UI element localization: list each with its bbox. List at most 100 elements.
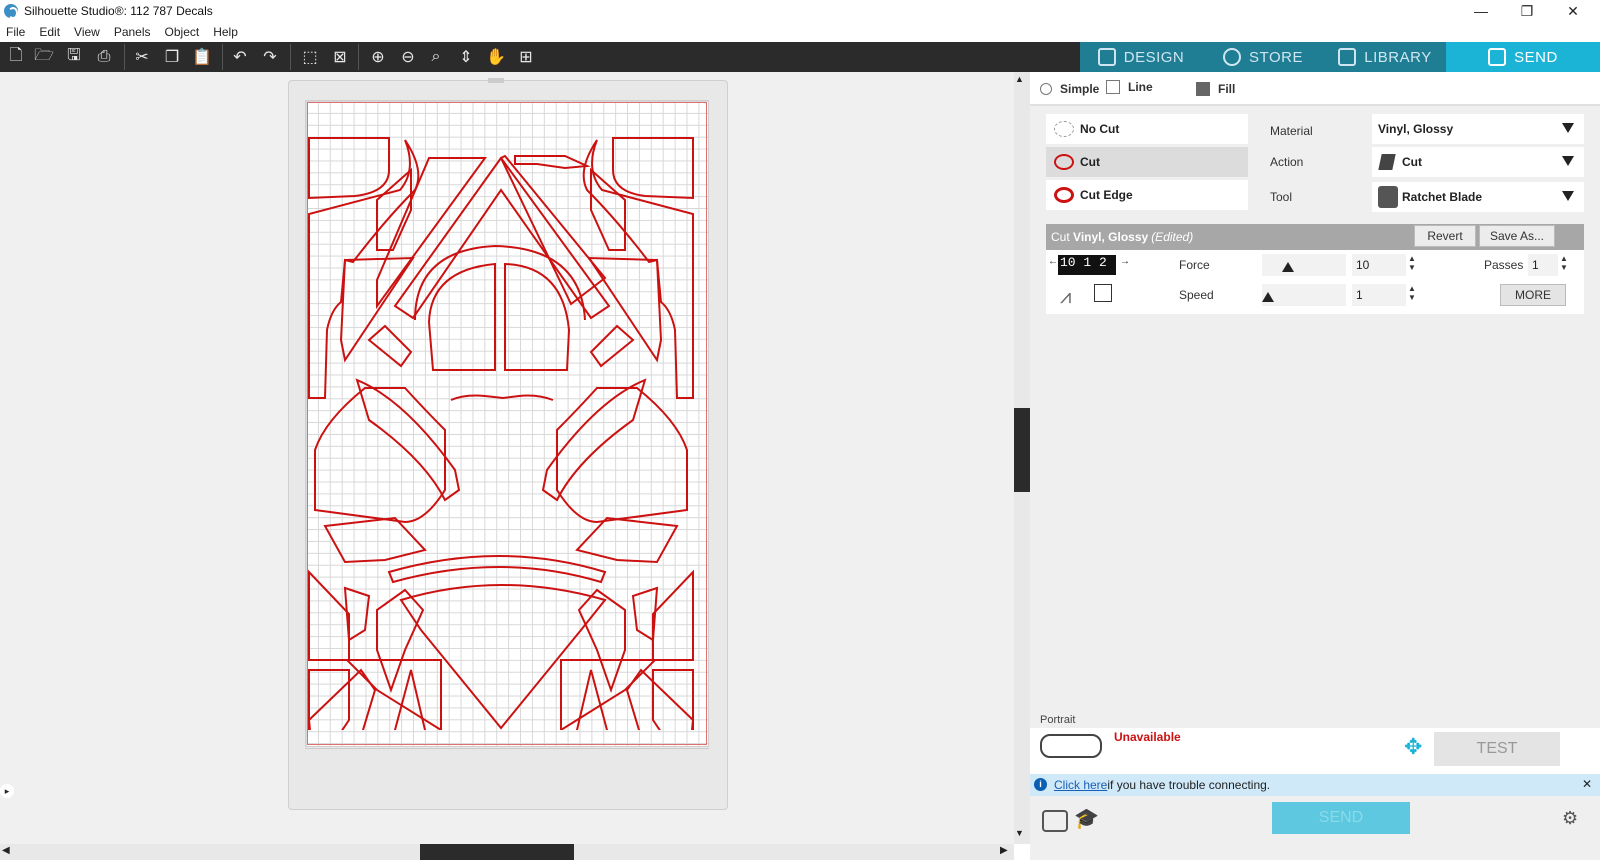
zoom-out-icon[interactable]: ⊖ [396, 46, 420, 68]
save-as-button[interactable]: Save As... [1479, 225, 1555, 247]
help-text: if you have trouble connecting. [1107, 778, 1271, 792]
scroll-up-icon[interactable]: ▲ [1015, 74, 1024, 84]
toolbar: 🗋 🗁 🖫 ⎙ ✂ ❐ 📋 ↶ ↷ ⬚ ⊠ ⊕ ⊖ ⌕ ⇕ ✋ ⊞ DESIGN… [0, 42, 1600, 72]
connection-status: Unavailable [1114, 730, 1181, 744]
arrow-left-icon[interactable]: ← [1048, 256, 1058, 267]
chevron-down-icon [1562, 156, 1574, 166]
ratchet-blade-icon [1378, 186, 1398, 208]
scroll-down-icon[interactable]: ▼ [1015, 828, 1024, 838]
move-arrows-icon[interactable]: ✥ [1404, 734, 1422, 760]
checkbox[interactable] [1094, 284, 1112, 302]
restore-button[interactable]: ❐ [1504, 0, 1550, 22]
force-slider[interactable] [1262, 254, 1346, 276]
speed-label: Speed [1179, 288, 1214, 302]
force-input[interactable]: 10 [1352, 254, 1406, 276]
zoom-in-icon[interactable]: ⊕ [366, 46, 390, 68]
passes-spinner[interactable]: ▲ ▼ [1560, 254, 1568, 272]
close-banner-icon[interactable]: ✕ [1582, 777, 1592, 791]
printer-queue-icon[interactable] [1042, 810, 1068, 832]
horizontal-scrollbar[interactable]: ◀ ▶ [0, 844, 1014, 860]
tool-dropdown[interactable]: Ratchet Blade [1372, 182, 1584, 212]
force-spinner[interactable]: ▲ ▼ [1408, 254, 1416, 272]
send-button[interactable]: SEND [1272, 802, 1410, 834]
tab-library[interactable]: LIBRARY [1324, 42, 1446, 72]
expand-left-panel-icon[interactable]: ▸ [0, 784, 14, 798]
line-mode-icon [1106, 80, 1120, 94]
no-cut-icon [1054, 121, 1074, 137]
cut-edge-button[interactable]: Cut Edge [1046, 180, 1248, 210]
vertical-scroll-thumb[interactable] [1014, 408, 1030, 492]
cut-edge-icon [1054, 187, 1074, 203]
save-icon[interactable]: 🖫 [62, 46, 86, 68]
scroll-left-icon[interactable]: ◀ [2, 845, 10, 856]
undo-icon[interactable]: ↶ [228, 46, 252, 68]
device-status-row: Unavailable ✥ TEST [1030, 728, 1600, 774]
no-cut-button[interactable]: No Cut [1046, 114, 1248, 144]
horizontal-scroll-thumb[interactable] [420, 844, 574, 860]
material-dropdown[interactable]: Vinyl, Glossy [1372, 114, 1584, 144]
tab-design[interactable]: DESIGN [1080, 42, 1202, 72]
help-link[interactable]: Click here [1054, 778, 1107, 792]
hand-icon[interactable]: ✋ [484, 46, 508, 68]
send-panel: Simple Line Fill No Cut Cut Cut Edge Mat… [1030, 72, 1600, 860]
info-icon: i [1034, 778, 1047, 791]
blade-icon [1378, 154, 1396, 170]
action-label: Action [1270, 155, 1304, 169]
minimize-button[interactable]: — [1458, 0, 1504, 22]
pan-down-icon[interactable]: ⇕ [454, 46, 478, 68]
store-icon [1223, 48, 1242, 66]
menu-view[interactable]: View [74, 25, 100, 39]
cut-button[interactable]: Cut [1046, 147, 1248, 177]
copy-icon[interactable]: ❐ [160, 46, 184, 68]
menu-panels[interactable]: Panels [114, 25, 151, 39]
new-icon[interactable]: 🗋 [4, 46, 28, 68]
menu-file[interactable]: File [6, 25, 25, 39]
decal-cut-lines[interactable] [305, 130, 709, 730]
test-button[interactable]: TEST [1434, 732, 1560, 766]
passes-label: Passes [1484, 258, 1524, 272]
revert-button[interactable]: Revert [1414, 225, 1476, 247]
force-label: Force [1179, 258, 1210, 272]
menu-help[interactable]: Help [213, 25, 238, 39]
title-bar: Silhouette Studio®: 112 787 Decals — ❐ ✕ [0, 0, 1600, 22]
deselect-icon[interactable]: ⊠ [328, 46, 352, 68]
cut-icon [1054, 154, 1074, 170]
gear-icon[interactable]: ⚙ [1562, 808, 1578, 829]
tab-store[interactable]: STORE [1202, 42, 1324, 72]
pen-icon: ⩘ [1060, 286, 1072, 308]
zoom-fit-icon[interactable]: ⌕ [424, 46, 448, 68]
mode-fill[interactable]: Fill [1196, 78, 1235, 100]
design-canvas[interactable]: ▸ [0, 72, 1014, 844]
cut-icon[interactable]: ✂ [130, 46, 154, 68]
vertical-scrollbar[interactable]: ▲ ▼ [1014, 72, 1030, 844]
speed-slider[interactable] [1262, 284, 1346, 306]
material-label: Material [1270, 124, 1313, 138]
redo-icon[interactable]: ↷ [258, 46, 282, 68]
cut-settings: ← 10 1 2 → ⩘ Force 10 ▲ ▼ Speed 1 ▲ ▼ Pass… [1046, 250, 1584, 314]
speed-input[interactable]: 1 [1352, 284, 1406, 306]
menu-edit[interactable]: Edit [39, 25, 60, 39]
close-window-button[interactable]: ✕ [1550, 0, 1596, 22]
action-dropdown[interactable]: Cut [1372, 147, 1584, 177]
send-icon [1488, 48, 1507, 66]
speed-spinner[interactable]: ▲ ▼ [1408, 284, 1416, 302]
mode-simple[interactable]: Simple [1040, 78, 1099, 100]
more-button[interactable]: MORE [1500, 284, 1566, 306]
tutorial-icon[interactable]: 🎓 [1074, 806, 1099, 831]
select-all-icon[interactable]: ⬚ [298, 46, 322, 68]
chevron-down-icon [1562, 123, 1574, 133]
print-icon[interactable]: ⎙ [92, 46, 116, 68]
menu-object[interactable]: Object [165, 25, 200, 39]
paste-icon[interactable]: 📋 [190, 46, 214, 68]
mat-ruler [305, 748, 709, 764]
open-icon[interactable]: 🗁 [32, 46, 56, 68]
scroll-right-icon[interactable]: ▶ [1000, 845, 1008, 856]
passes-input[interactable]: 1 [1528, 254, 1558, 276]
tab-send[interactable]: SEND [1446, 42, 1600, 72]
mat-handle [488, 78, 504, 83]
cutter-device-icon [1040, 734, 1102, 758]
fit-page-icon[interactable]: ⊞ [514, 46, 538, 68]
mode-line[interactable]: Line [1100, 72, 1190, 102]
arrow-right-icon[interactable]: → [1120, 256, 1130, 267]
library-icon [1338, 48, 1357, 66]
